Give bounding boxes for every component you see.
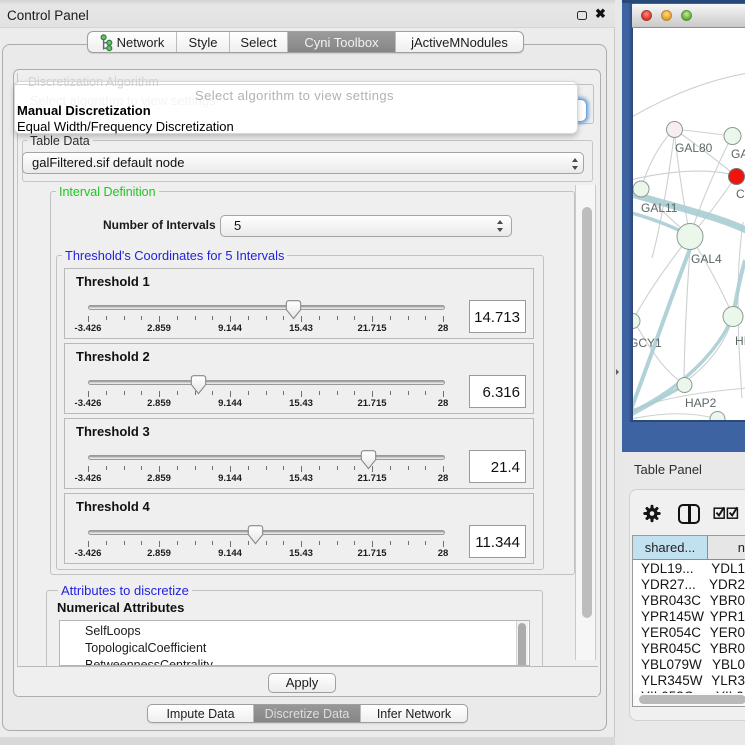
svg-text:HAP2: HAP2 xyxy=(685,396,717,410)
svg-text:GAL: GAL xyxy=(731,147,745,161)
svg-text:HI: HI xyxy=(735,334,745,348)
svg-text:GAL4: GAL4 xyxy=(691,252,722,266)
svg-text:GAL80: GAL80 xyxy=(675,141,713,155)
svg-text:CR: CR xyxy=(736,187,745,201)
svg-text:GAL11: GAL11 xyxy=(641,201,678,215)
svg-text:GCY1: GCY1 xyxy=(633,336,662,350)
